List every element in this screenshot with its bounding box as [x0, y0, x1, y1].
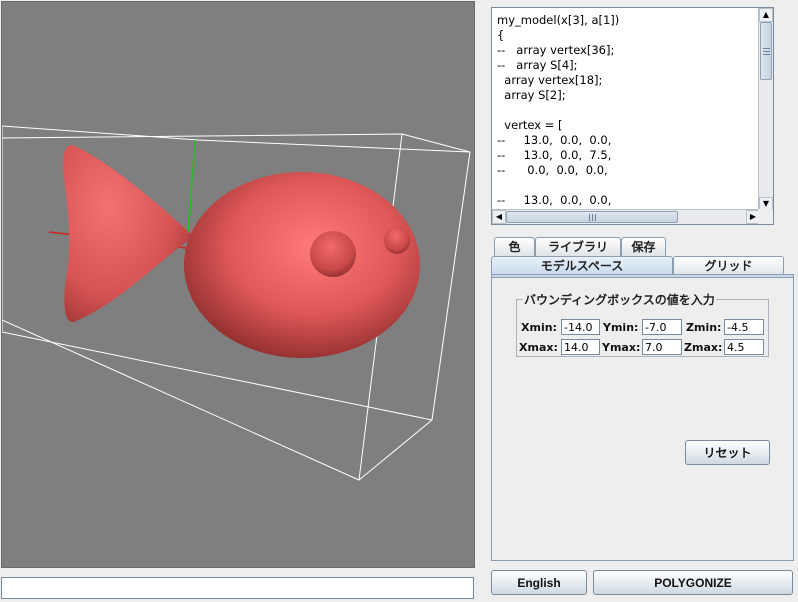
xmax-label: Xmax: [519, 341, 558, 354]
polygonize-button[interactable]: POLYGONIZE [593, 570, 793, 595]
tab-color[interactable]: 色 [494, 237, 535, 256]
model-render [2, 125, 471, 481]
code-line: { [497, 28, 505, 42]
scroll-up-button[interactable]: ▲ [759, 8, 773, 22]
xmin-field[interactable] [561, 319, 600, 335]
code-line: -- 13.0, 0.0, 0.0, [497, 133, 612, 147]
xmin-label: Xmin: [521, 321, 557, 334]
y-axis-line [187, 139, 196, 235]
code-line: -- array vertex[36]; [497, 43, 615, 57]
zmin-field[interactable] [724, 319, 764, 335]
command-input[interactable] [1, 577, 474, 599]
horizontal-scroll-thumb[interactable] [506, 211, 678, 223]
code-line: -- 13.0, 0.0, 0.0, [497, 193, 612, 207]
code-editor[interactable]: my_model(x[3], a[1]){-- array vertex[36]… [491, 7, 774, 225]
code-text[interactable]: my_model(x[3], a[1]){-- array vertex[36]… [497, 13, 769, 211]
fish-body [184, 172, 420, 358]
code-line: -- 0.0, 0.0, 0.0, [497, 163, 608, 177]
horizontal-scrollbar[interactable]: ◀ ▶ [492, 209, 760, 224]
ymin-label: Ymin: [603, 321, 639, 334]
xmax-field[interactable] [561, 339, 600, 355]
reset-button[interactable]: リセット [685, 440, 770, 465]
fish-tail [63, 145, 194, 323]
ymax-label: Ymax: [602, 341, 641, 354]
fish-eye [310, 231, 356, 277]
ymin-field[interactable] [642, 319, 682, 335]
fish-fin [384, 226, 410, 254]
3d-viewport[interactable] [1, 1, 475, 568]
bounding-box-group: バウンディングボックスの値を入力 Xmin: Ymin: Zmin: Xmax:… [516, 291, 769, 357]
tab-grid[interactable]: グリッド [673, 256, 784, 275]
tab-model-space[interactable]: モデルスペース [491, 256, 673, 275]
scroll-left-button[interactable]: ◀ [492, 210, 506, 224]
code-line: -- array S[4]; [497, 58, 578, 72]
zmax-label: Zmax: [684, 341, 723, 354]
model-space-panel: バウンディングボックスの値を入力 Xmin: Ymin: Zmin: Xmax:… [491, 274, 794, 561]
bounding-box-legend: バウンディングボックスの値を入力 [523, 291, 716, 308]
vertical-scrollbar[interactable]: ▲ ▼ [758, 8, 773, 211]
english-button[interactable]: English [491, 570, 587, 595]
tab-save[interactable]: 保存 [621, 237, 666, 256]
code-line: array S[2]; [497, 88, 566, 102]
vertical-scroll-thumb[interactable] [760, 22, 772, 80]
code-line: my_model(x[3], a[1]) [497, 13, 620, 27]
code-line: array vertex[18]; [497, 73, 603, 87]
zmin-label: Zmin: [686, 321, 722, 334]
code-line: -- 13.0, 0.0, 7.5, [497, 148, 612, 162]
ymax-field[interactable] [642, 339, 682, 355]
tab-panel-header [492, 275, 793, 278]
zmax-field[interactable] [724, 339, 764, 355]
control-panel: my_model(x[3], a[1]){-- array vertex[36]… [480, 0, 798, 602]
scroll-corner [758, 209, 773, 224]
code-line: vertex = [ [497, 118, 563, 132]
tab-library[interactable]: ライブラリ [535, 237, 621, 256]
